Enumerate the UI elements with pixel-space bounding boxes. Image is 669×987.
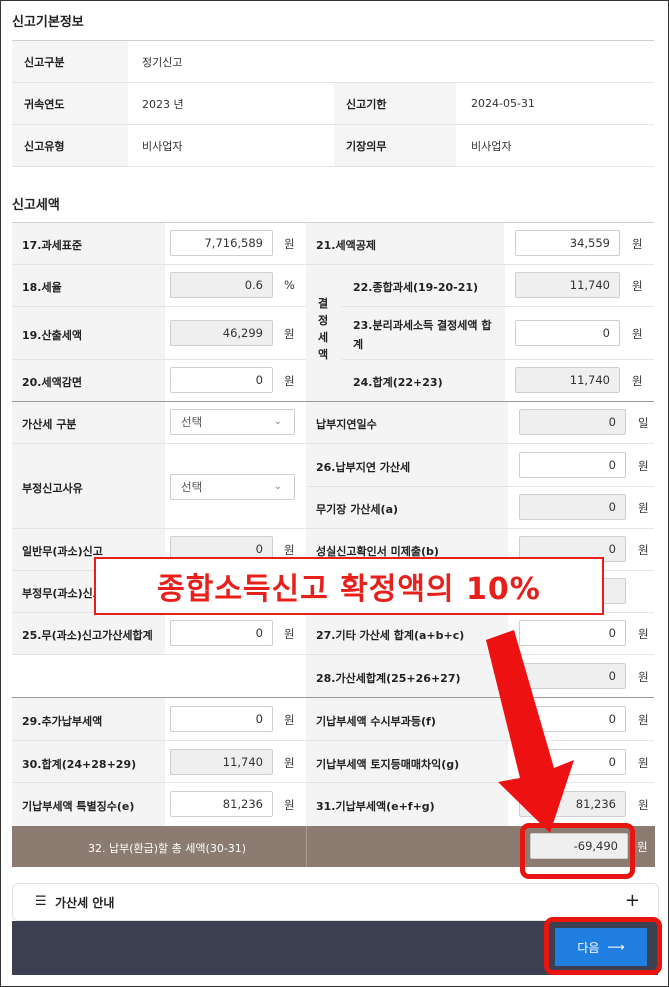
report-type-value: 정기신고: [142, 55, 183, 69]
won-unit: 원: [638, 756, 649, 770]
unfiled-total-input[interactable]: 0: [170, 620, 273, 646]
sum30-label: 30.합계(24+28+29): [22, 758, 137, 771]
unfiled-total-label: 25.무(과소)신고가산세합계: [22, 629, 153, 642]
add-tax-input[interactable]: 0: [170, 706, 273, 732]
penalty-kind-select[interactable]: 선택 ⌄: [170, 409, 295, 435]
year-value: 2023 년: [142, 97, 184, 111]
separate-tax-input[interactable]: 0: [515, 320, 620, 346]
filer-type-label: 신고유형: [12, 125, 128, 166]
reduction-label: 20.세액감면: [22, 376, 82, 389]
divider: [306, 486, 654, 487]
taxbase-label: 17.과세표준: [22, 239, 82, 252]
special-label: 기납부세액 특별징수(e): [22, 800, 135, 813]
nobook-field: 0: [519, 494, 626, 520]
won-unit: 원: [284, 543, 295, 557]
arrow-down-icon: [486, 630, 574, 833]
penalty-guide-accordion[interactable]: ☰ 가산세 안내 +: [12, 883, 659, 921]
penalty-total-label: 28.가산세합계(25+26+27): [316, 672, 461, 685]
divider: [12, 264, 654, 265]
won-unit: 원: [638, 713, 649, 727]
taxbase-input[interactable]: 7,716,589: [170, 230, 273, 256]
divider: [12, 166, 654, 167]
fraud-reason-label: 부정신고사유: [22, 482, 83, 495]
general-unfiled-label: 일반무(과소)신고: [22, 545, 103, 558]
rate-label: 18.세율: [22, 281, 62, 294]
bookkeeping-value: 비사업자: [471, 139, 512, 153]
decided-group-label: 결정세액: [317, 297, 329, 361]
won-unit: 원: [638, 627, 649, 641]
reduction-input[interactable]: 0: [170, 367, 273, 393]
credit-input[interactable]: 34,559: [515, 230, 620, 256]
divider: [342, 359, 654, 360]
divider: [12, 443, 654, 444]
won-unit: 원: [284, 713, 295, 727]
bookkeeping-label: 기장의무: [334, 125, 456, 166]
add-tax-label: 29.추가납부세액: [22, 715, 103, 728]
sum30-field: 11,740: [170, 749, 273, 775]
global-tax-label: 22.종합과세(19-20-21): [353, 281, 479, 294]
fraud-unfiled-label: 부정무(과소)신고: [22, 587, 103, 600]
won-unit: 원: [638, 543, 649, 557]
list-icon: ☰: [35, 894, 47, 909]
calc-tax-label: 19.산출세액: [22, 329, 82, 342]
won-unit: 원: [284, 374, 295, 388]
won-unit: 원: [284, 627, 295, 641]
sum24-label: 24.합계(22+23): [353, 376, 443, 389]
land-label: 기납부세액 토지등매매차익(g): [316, 758, 460, 771]
calc-tax-field: 46,299: [170, 320, 273, 346]
delay-penalty-label: 26.납부지연 가산세: [316, 461, 411, 474]
won-unit: 원: [284, 756, 295, 770]
tax-section-title: 신고세액: [12, 198, 60, 213]
fraud-reason-select-value: 선택: [181, 480, 203, 494]
prepaid-label: 31.기납부세액(e+f+g): [316, 800, 435, 813]
rate-field: 0.6: [170, 272, 273, 298]
final-total-label: 32. 납부(환급)할 총 세액(30-31): [88, 842, 247, 855]
won-unit: 원: [638, 798, 649, 812]
year-label: 귀속연도: [12, 83, 128, 124]
other-total-label: 27.기타 가산세 합계(a+b+c): [316, 629, 465, 642]
plus-icon: +: [624, 890, 640, 911]
special-input[interactable]: 81,236: [170, 791, 273, 817]
day-unit: 일: [638, 416, 649, 430]
nobook-label: 무기장 가산세(a): [316, 503, 399, 516]
delay-penalty-input[interactable]: 0: [519, 452, 626, 478]
won-unit: 원: [638, 459, 649, 473]
annotation-banner: 종합소득신고 확정액의 10%: [94, 557, 604, 615]
divider: [306, 826, 307, 867]
deadline-label: 신고기한: [334, 83, 456, 124]
credit-label: 21.세액공제: [316, 239, 376, 252]
divider: [12, 528, 654, 529]
won-unit: 원: [632, 279, 643, 293]
won-unit: 원: [632, 327, 643, 341]
delay-days-field: 0: [519, 409, 626, 435]
percent-unit: %: [284, 278, 295, 292]
won-unit: 원: [632, 237, 643, 251]
basic-info-title: 신고기본정보: [12, 15, 84, 30]
won-unit: 원: [637, 840, 648, 854]
divider: [12, 359, 306, 360]
won-unit: 원: [284, 327, 295, 341]
sum24-field: 11,740: [515, 367, 620, 393]
deadline-value: 2024-05-31: [471, 97, 535, 110]
chevron-down-icon: ⌄: [273, 481, 282, 492]
won-unit: 원: [638, 501, 649, 515]
highlight-box: [544, 917, 662, 975]
filer-type-value: 비사업자: [142, 139, 183, 153]
occasional-label: 기납부세액 수시부과등(f): [316, 715, 436, 728]
divider: [342, 306, 654, 307]
penalty-guide-label: 가산세 안내: [55, 896, 115, 910]
global-tax-field: 11,740: [515, 272, 620, 298]
fraud-reason-select[interactable]: 선택 ⌄: [170, 474, 295, 500]
won-unit: 원: [284, 237, 295, 251]
divider: [12, 306, 306, 307]
separate-tax-label: 23.분리과세소득 결정세액 합계: [353, 319, 492, 351]
delay-days-label: 납부지연일수: [316, 418, 377, 431]
chevron-down-icon: ⌄: [273, 416, 282, 427]
won-unit: 원: [638, 670, 649, 684]
report-type-label: 신고구분: [12, 41, 128, 82]
won-unit: 원: [632, 374, 643, 388]
won-unit: 원: [284, 798, 295, 812]
penalty-kind-label: 가산세 구분: [22, 418, 77, 431]
penalty-kind-select-value: 선택: [181, 415, 203, 429]
